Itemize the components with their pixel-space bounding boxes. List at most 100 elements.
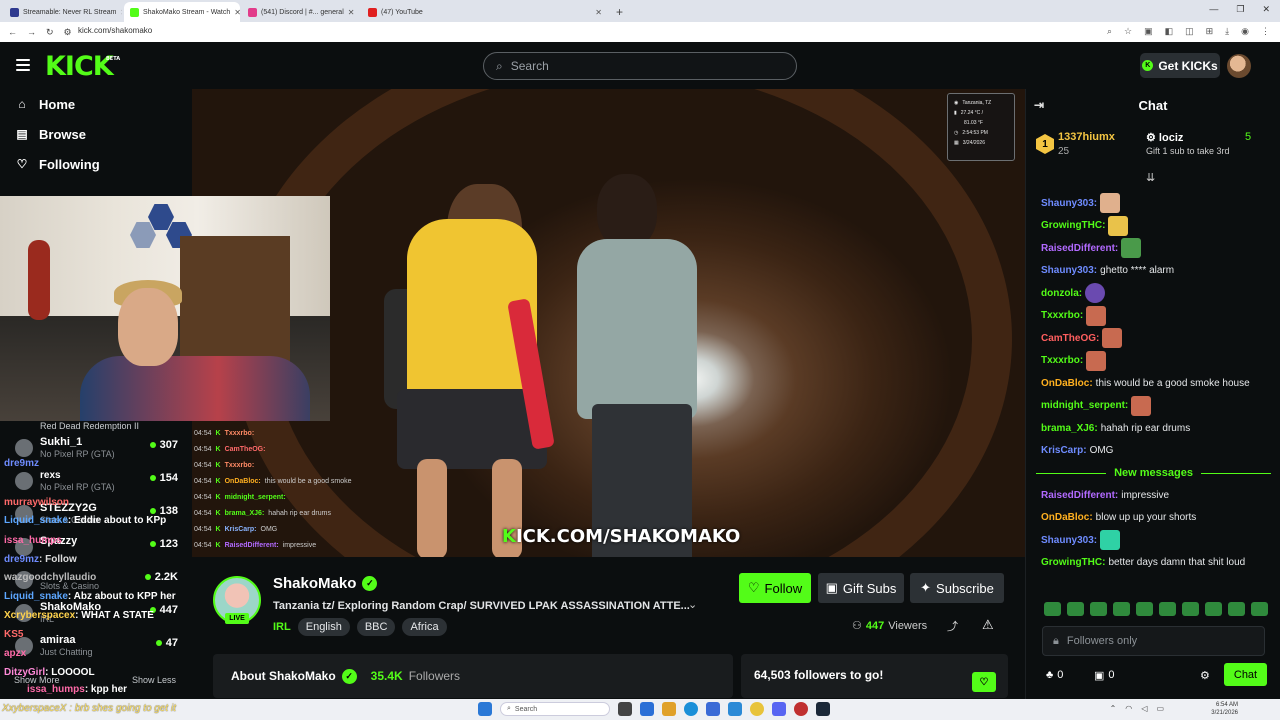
browser-tab[interactable]: Streamable: Never RL Stream ✕ <box>4 2 122 22</box>
minimize-icon[interactable]: — <box>1209 4 1218 15</box>
close-icon[interactable]: ✕ <box>234 8 240 17</box>
channel-item[interactable]: amiraa Just Chatting 47 <box>0 634 192 667</box>
tag-chip[interactable]: BBC <box>356 618 396 636</box>
extension-icon[interactable]: ▣ <box>1144 26 1153 37</box>
volume-icon[interactable]: ◁ <box>1141 704 1147 713</box>
close-icon[interactable]: ✕ <box>348 8 355 17</box>
close-icon[interactable]: ✕ <box>595 8 602 17</box>
chat-username[interactable]: brama_XJ6: <box>1041 423 1098 434</box>
browser-tab[interactable]: (541) Discord | #... general ✕ <box>242 2 360 22</box>
app-icon[interactable] <box>640 702 654 716</box>
emote-icon[interactable] <box>1159 602 1176 616</box>
emote-icon[interactable] <box>1044 602 1061 616</box>
chat-username[interactable]: KrisCarp: <box>1041 445 1087 456</box>
category-link[interactable]: IRL <box>273 621 291 633</box>
subs-balance[interactable]: ▣ 0 <box>1094 669 1115 682</box>
start-icon[interactable] <box>478 702 492 716</box>
chat-username[interactable]: RaisedDifferent: <box>1041 243 1118 254</box>
app-icon[interactable] <box>728 702 742 716</box>
leader-name[interactable]: 1337hiumx <box>1058 131 1115 143</box>
tray-chevron-icon[interactable]: ⌃ <box>1110 704 1117 713</box>
reload-icon[interactable]: ↻ <box>46 27 54 38</box>
chat-username[interactable]: GrowingTHC: <box>1041 220 1105 231</box>
pinned-expand-icon[interactable]: ⇊ <box>1146 171 1155 184</box>
maximize-icon[interactable]: ❐ <box>1236 4 1244 15</box>
menu-dots-icon[interactable]: ⋮ <box>1261 26 1270 37</box>
gift-subs-button[interactable]: ▣ Gift Subs <box>818 573 904 603</box>
subscribe-button[interactable]: ✦ Subscribe <box>910 573 1004 603</box>
sidebar-item-home[interactable]: ⌂ Home <box>0 89 192 119</box>
follow-button[interactable]: ♡ Follow <box>739 573 811 603</box>
tag-chip[interactable]: English <box>297 618 350 636</box>
chat-username[interactable]: donzola: <box>1041 288 1082 299</box>
chat-username[interactable]: CamTheOG: <box>1041 333 1099 344</box>
folder-icon[interactable] <box>662 702 676 716</box>
chat-username[interactable]: Txxxrbo: <box>1041 355 1083 366</box>
chevron-down-icon[interactable]: ⌄ <box>688 598 697 611</box>
collapse-chat-icon[interactable]: ⇥ <box>1034 98 1044 112</box>
back-icon[interactable]: ← <box>8 27 17 37</box>
profile-icon[interactable]: ◉ <box>1241 26 1249 37</box>
report-icon[interactable]: ⚠ <box>982 617 994 633</box>
forward-icon[interactable]: → <box>27 27 36 37</box>
new-tab-button[interactable]: + <box>616 5 623 19</box>
chat-username[interactable]: GrowingTHC: <box>1041 557 1105 568</box>
sidebar-item-following[interactable]: ♡ Following <box>0 149 192 179</box>
battery-icon[interactable]: ▭ <box>1156 704 1164 713</box>
streamer-name[interactable]: ShakoMako ✓ <box>273 575 378 592</box>
chrome-icon[interactable] <box>750 702 764 716</box>
download-icon[interactable]: ⤓ <box>1225 26 1229 37</box>
browser-tab[interactable]: (47) YouTube ✕ <box>362 2 608 22</box>
emote-icon[interactable] <box>1090 602 1107 616</box>
close-icon[interactable]: ✕ <box>121 8 123 17</box>
zoom-icon[interactable]: ⌕ <box>1107 26 1112 37</box>
tag-chip[interactable]: Africa <box>402 618 447 636</box>
app-icon[interactable] <box>706 702 720 716</box>
edge-icon[interactable] <box>684 702 698 716</box>
emote-icon[interactable] <box>1067 602 1084 616</box>
user-avatar[interactable] <box>1227 54 1251 78</box>
emote-icon[interactable] <box>1113 602 1130 616</box>
chat-username[interactable]: midnight_serpent: <box>1041 400 1128 411</box>
gear-icon[interactable]: ⚙ <box>1200 669 1210 682</box>
send-chat-button[interactable]: Chat <box>1224 663 1267 686</box>
emote-icon[interactable] <box>1251 602 1268 616</box>
leader-name[interactable]: ⚙ lociz <box>1146 131 1183 144</box>
search-input[interactable]: ⌕ Search <box>483 52 797 80</box>
emote-icon[interactable] <box>1182 602 1199 616</box>
extension-icon[interactable]: ⊞ <box>1206 26 1214 37</box>
url-field[interactable]: kick.com/shakomako <box>78 26 152 35</box>
chat-username[interactable]: OnDaBloc: <box>1041 512 1093 523</box>
show-less-button[interactable]: Show Less <box>132 675 176 685</box>
show-more-button[interactable]: Show More <box>14 675 60 685</box>
new-messages-divider[interactable]: New messages <box>1026 462 1280 484</box>
task-view-icon[interactable] <box>618 702 632 716</box>
get-kicks-button[interactable]: K Get KICKs <box>1140 53 1220 78</box>
chat-username[interactable]: Txxxrbo: <box>1041 310 1083 321</box>
goal-follow-button[interactable]: ♡ <box>972 672 996 692</box>
hamburger-menu-icon[interactable] <box>16 59 30 71</box>
kick-logo[interactable]: KICK BETA <box>45 51 120 82</box>
wifi-icon[interactable]: ◠ <box>1125 704 1132 713</box>
obs-icon[interactable] <box>794 702 808 716</box>
discord-icon[interactable] <box>772 702 786 716</box>
clock[interactable]: 6:54 AM 3/21/2026 <box>1211 701 1238 717</box>
close-window-icon[interactable]: ✕ <box>1262 4 1270 15</box>
share-icon[interactable]: ⤴ <box>947 618 958 634</box>
browser-tab-active[interactable]: ShakoMako Stream - Watch ✕ <box>124 2 240 22</box>
sidebar-item-browse[interactable]: ▤ Browse <box>0 119 192 149</box>
chat-username[interactable]: Shauny303: <box>1041 198 1097 209</box>
steam-icon[interactable] <box>816 702 830 716</box>
chat-username[interactable]: RaisedDifferent: <box>1041 490 1118 501</box>
site-info-icon[interactable]: ⚙ <box>64 27 72 38</box>
chat-username[interactable]: Shauny303: <box>1041 265 1097 276</box>
extension-icon[interactable]: ◫ <box>1185 26 1194 37</box>
bookmark-star-icon[interactable]: ☆ <box>1124 26 1132 37</box>
emote-icon[interactable] <box>1205 602 1222 616</box>
taskbar-search[interactable]: ⌕ Search <box>500 702 610 716</box>
emote-icon[interactable] <box>1228 602 1245 616</box>
emote-icon[interactable] <box>1136 602 1153 616</box>
chat-username[interactable]: OnDaBloc: <box>1041 378 1093 389</box>
chat-username[interactable]: Shauny303: <box>1041 535 1097 546</box>
chat-input[interactable]: 🔒︎ Followers only <box>1042 626 1265 656</box>
